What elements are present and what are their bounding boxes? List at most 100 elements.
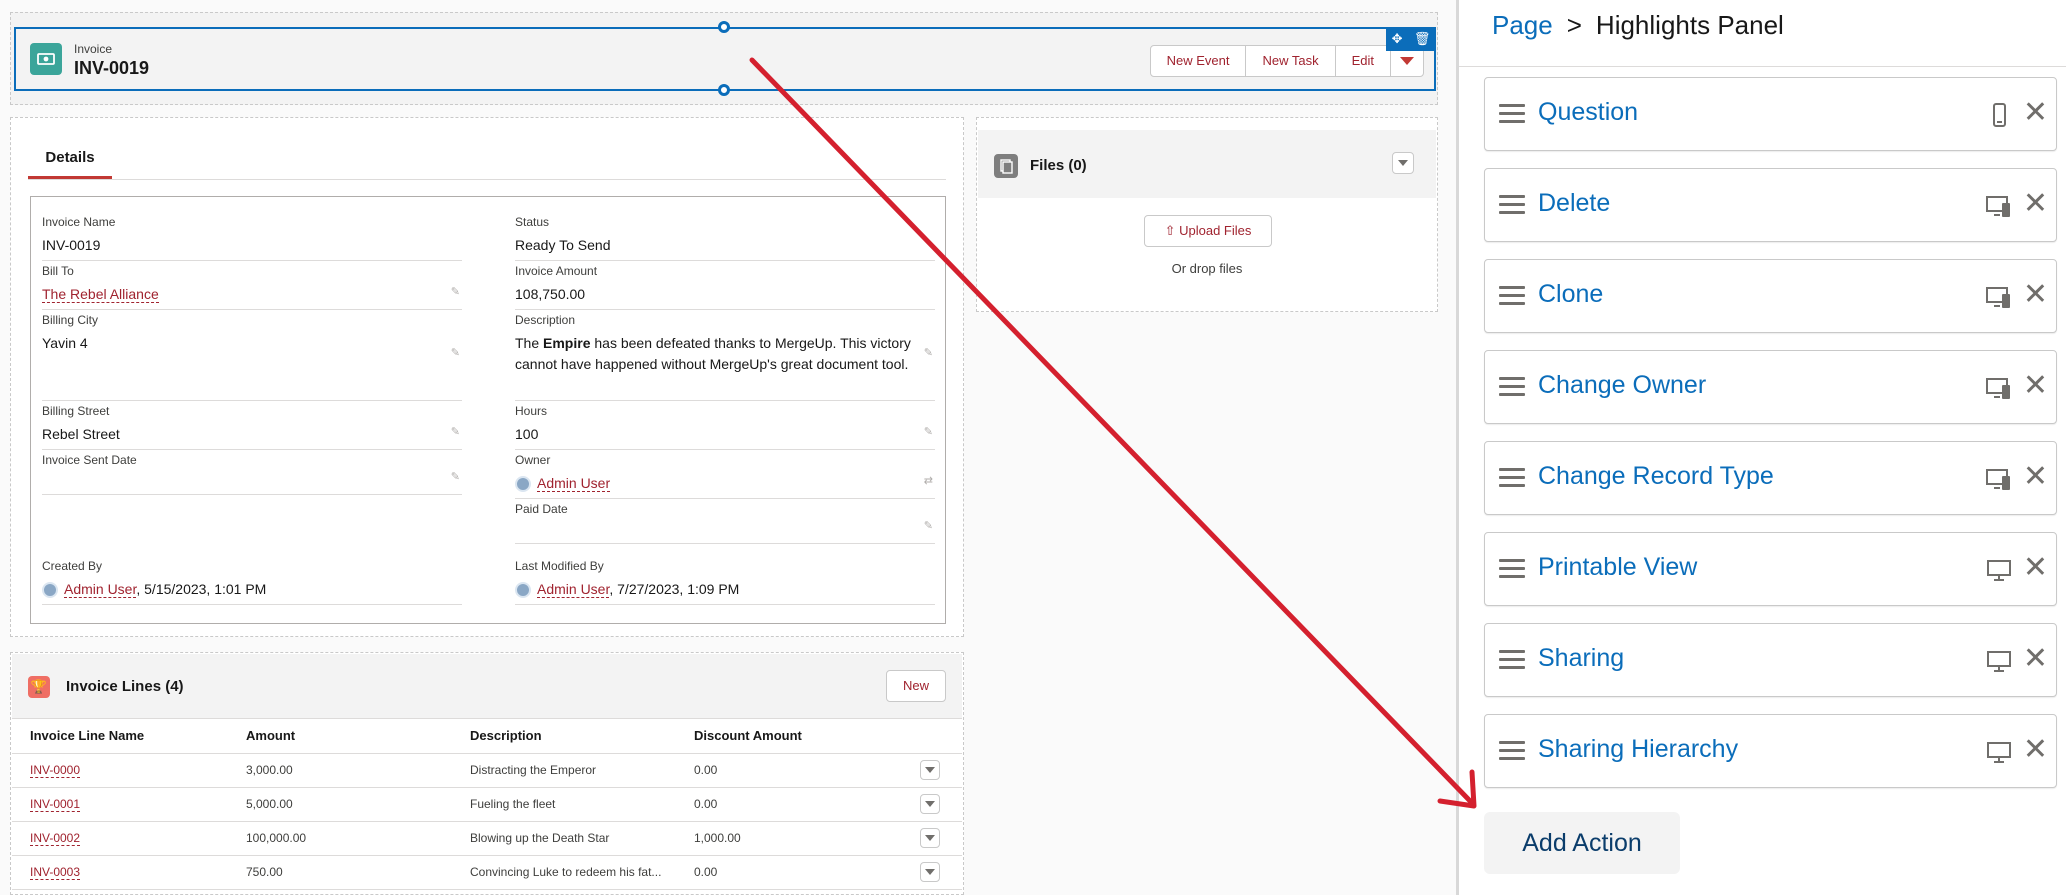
remove-icon[interactable]: ✕ xyxy=(2023,189,2048,219)
resize-handle-top[interactable] xyxy=(718,21,730,33)
pencil-icon[interactable]: ✎ xyxy=(451,282,460,303)
new-task-button[interactable]: New Task xyxy=(1246,46,1336,76)
row-actions-button[interactable] xyxy=(920,760,940,780)
remove-icon[interactable]: ✕ xyxy=(2023,371,2048,401)
action-label[interactable]: Clone xyxy=(1538,280,1603,309)
invoice-line-link[interactable]: INV-0003 xyxy=(30,865,81,880)
desktop-phone-icon xyxy=(1986,378,2010,399)
add-action-button[interactable]: Add Action xyxy=(1484,812,1680,874)
move-icon[interactable]: ✥ xyxy=(1392,31,1403,47)
drag-handle-icon[interactable] xyxy=(1499,104,1525,124)
field-label: Hours xyxy=(515,404,548,418)
files-menu-button[interactable] xyxy=(1392,152,1414,174)
change-owner-icon[interactable]: ⇄ xyxy=(924,471,933,492)
table-cell: 1,000.00 xyxy=(676,821,902,856)
drag-handle-icon[interactable] xyxy=(1499,195,1525,215)
page-canvas: Invoice INV-0019 New Event New Task Edit… xyxy=(0,0,1456,895)
billing-city-value: Yavin 4 xyxy=(42,335,88,351)
action-label[interactable]: Change Record Type xyxy=(1538,462,1774,491)
field-last-modified-by: Last Modified By Admin User, 7/27/2023, … xyxy=(515,559,935,605)
row-actions-button[interactable] xyxy=(920,828,940,848)
table-cell: 750.00 xyxy=(228,855,452,890)
field-label: Invoice Name xyxy=(42,215,116,229)
highlights-panel[interactable]: Invoice INV-0019 New Event New Task Edit… xyxy=(14,27,1436,91)
files-title[interactable]: Files (0) xyxy=(1030,157,1087,174)
properties-panel: Page > Highlights Panel Question ✕ Delete … xyxy=(1459,0,2066,895)
field-value: INV-0019 xyxy=(42,235,462,261)
remove-icon[interactable]: ✕ xyxy=(2023,462,2048,492)
remove-icon[interactable]: ✕ xyxy=(2023,644,2048,674)
action-item-change-owner[interactable]: Change Owner ✕ xyxy=(1484,350,2057,424)
edit-button[interactable]: Edit xyxy=(1336,46,1391,76)
column-header[interactable]: Invoice Line Name xyxy=(12,719,228,754)
breadcrumb-page-link[interactable]: Page xyxy=(1492,10,1553,40)
action-label[interactable]: Sharing xyxy=(1538,644,1624,673)
invoice-line-link[interactable]: INV-0002 xyxy=(30,831,81,846)
action-item-change-record-type[interactable]: Change Record Type ✕ xyxy=(1484,441,2057,515)
drag-handle-icon[interactable] xyxy=(1499,468,1525,488)
upload-icon: ⇧ xyxy=(1164,223,1180,238)
invoice-line-link[interactable]: INV-0000 xyxy=(30,763,81,778)
invoice-line-link[interactable]: INV-0001 xyxy=(30,797,81,812)
field-invoice-amount: Invoice Amount 108,750.00 xyxy=(515,264,935,310)
field-created-by: Created By Admin User, 5/15/2023, 1:01 P… xyxy=(42,559,462,605)
pencil-icon[interactable]: ✎ xyxy=(451,422,460,443)
action-item-sharing-hierarchy[interactable]: Sharing Hierarchy ✕ xyxy=(1484,714,2057,788)
modified-by-link[interactable]: Admin User xyxy=(537,581,610,598)
drag-handle-icon[interactable] xyxy=(1499,741,1525,761)
column-header[interactable]: Discount Amount xyxy=(676,719,902,754)
action-item-printable-view[interactable]: Printable View ✕ xyxy=(1484,532,2057,606)
action-label[interactable]: Printable View xyxy=(1538,553,1697,582)
column-header[interactable]: Description xyxy=(452,719,676,754)
bill-to-link[interactable]: The Rebel Alliance xyxy=(42,286,159,303)
row-actions-button[interactable] xyxy=(920,862,940,882)
pencil-icon[interactable]: ✎ xyxy=(924,343,933,364)
new-event-button[interactable]: New Event xyxy=(1151,46,1247,76)
pencil-icon[interactable]: ✎ xyxy=(924,422,933,443)
files-icon xyxy=(994,154,1018,178)
field-bill-to: Bill To The Rebel Alliance ✎ xyxy=(42,264,462,310)
column-header[interactable]: Amount xyxy=(228,719,452,754)
table-cell: 0.00 xyxy=(676,787,902,822)
chevron-down-icon xyxy=(1398,160,1408,166)
action-item-clone[interactable]: Clone ✕ xyxy=(1484,259,2057,333)
description-text: The xyxy=(515,335,544,351)
drag-handle-icon[interactable] xyxy=(1499,286,1525,306)
created-by-link[interactable]: Admin User xyxy=(64,581,137,598)
action-label[interactable]: Question xyxy=(1538,98,1638,127)
desktop-phone-icon xyxy=(1986,196,2010,217)
remove-icon[interactable]: ✕ xyxy=(2023,735,2048,765)
pencil-icon[interactable]: ✎ xyxy=(451,467,460,488)
remove-icon[interactable]: ✕ xyxy=(2023,553,2048,583)
field-label: Bill To xyxy=(42,264,74,278)
drag-handle-icon[interactable] xyxy=(1499,650,1525,670)
remove-icon[interactable]: ✕ xyxy=(2023,98,2048,128)
chevron-down-icon xyxy=(1400,57,1414,65)
trash-icon[interactable]: 🗑 xyxy=(1414,31,1431,47)
breadcrumb-current: Highlights Panel xyxy=(1595,10,1784,40)
breadcrumb: Page > Highlights Panel xyxy=(1492,10,1784,41)
pencil-icon[interactable]: ✎ xyxy=(924,516,933,537)
action-label[interactable]: Sharing Hierarchy xyxy=(1538,735,1738,764)
drag-handle-icon[interactable] xyxy=(1499,377,1525,397)
action-item-sharing[interactable]: Sharing ✕ xyxy=(1484,623,2057,697)
field-invoice-sent-date: Invoice Sent Date ✎ xyxy=(42,453,462,495)
pencil-icon[interactable]: ✎ xyxy=(451,343,460,364)
remove-icon[interactable]: ✕ xyxy=(2023,280,2048,310)
resize-handle-bottom[interactable] xyxy=(718,84,730,96)
tab-details[interactable]: Details xyxy=(28,145,112,179)
owner-link[interactable]: Admin User xyxy=(537,475,611,492)
new-invoice-line-button[interactable]: New xyxy=(885,670,946,702)
action-item-question[interactable]: Question ✕ xyxy=(1484,77,2057,151)
chevron-down-icon xyxy=(925,767,935,773)
field-label: Last Modified By xyxy=(515,559,604,573)
field-value: ✎ xyxy=(42,471,462,495)
upload-files-button[interactable]: ⇧ Upload Files xyxy=(1144,215,1272,247)
action-label[interactable]: Change Owner xyxy=(1538,371,1706,400)
action-item-delete[interactable]: Delete ✕ xyxy=(1484,168,2057,242)
drag-handle-icon[interactable] xyxy=(1499,559,1525,579)
invoice-lines-title[interactable]: Invoice Lines (4) xyxy=(66,678,184,695)
row-actions-button[interactable] xyxy=(920,794,940,814)
action-label[interactable]: Delete xyxy=(1538,189,1610,218)
desktop-icon xyxy=(1987,560,2011,581)
